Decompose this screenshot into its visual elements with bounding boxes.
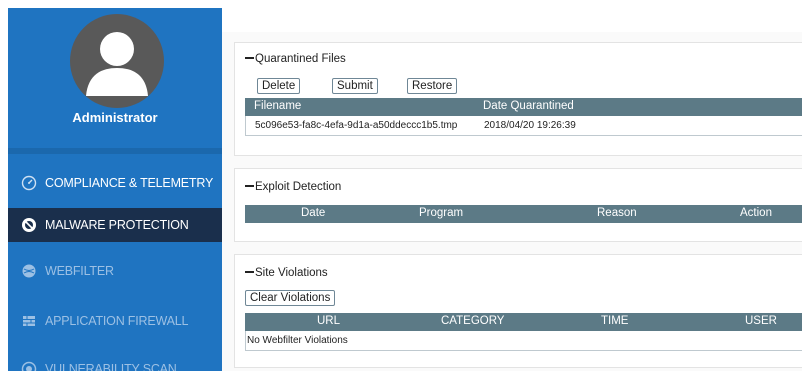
sidebar-divider <box>8 148 222 154</box>
sidebar-item-label: MALWARE PROTECTION <box>45 218 189 232</box>
exploit-detection-panel: Exploit Detection Date Program Reason Ac… <box>234 168 802 242</box>
main-content: Quarantined Files Delete Submit Restore … <box>222 0 802 371</box>
column-category[interactable]: CATEGORY <box>441 315 504 327</box>
sidebar-item-application-firewall[interactable]: APPLICATION FIREWALL <box>8 304 222 338</box>
exploit-table-header: Date Program Reason Action <box>245 205 802 223</box>
table-row[interactable]: 5c096e53-fa8c-4efa-9d1a-a50ddeccc1b5.tmp… <box>245 116 802 136</box>
user-avatar-icon <box>70 14 164 108</box>
quarantine-table-header: Filename Date Quarantined <box>245 98 802 116</box>
empty-state-text: No Webfilter Violations <box>247 335 348 346</box>
scan-icon <box>20 360 38 371</box>
column-filename[interactable]: Filename <box>254 100 301 112</box>
column-reason[interactable]: Reason <box>597 207 637 219</box>
sidebar-item-label: WEBFILTER <box>45 264 114 278</box>
user-name: Administrator <box>72 110 158 125</box>
column-date[interactable]: Date <box>301 207 325 219</box>
submit-button[interactable]: Submit <box>332 78 378 94</box>
column-action[interactable]: Action <box>740 207 772 219</box>
site-violations-title: Site Violations <box>245 267 328 279</box>
sidebar: Administrator COMPLIANCE & TELEMETRY MAL… <box>0 0 222 371</box>
exploit-detection-title: Exploit Detection <box>245 181 341 193</box>
delete-button[interactable]: Delete <box>257 78 301 94</box>
sidebar-panel: Administrator COMPLIANCE & TELEMETRY MAL… <box>8 8 222 371</box>
clear-violations-button[interactable]: Clear Violations <box>245 290 336 306</box>
quarantined-files-title: Quarantined Files <box>245 53 346 65</box>
column-time[interactable]: TIME <box>601 315 628 327</box>
collapse-dash-icon[interactable] <box>245 270 254 273</box>
quarantine-filename: 5c096e53-fa8c-4efa-9d1a-a50ddeccc1b5.tmp <box>255 120 458 131</box>
empty-state-row: No Webfilter Violations <box>245 331 802 351</box>
sidebar-item-label: VULNERABILITY SCAN <box>45 362 177 371</box>
globe-filter-icon <box>20 262 38 280</box>
collapse-dash-icon[interactable] <box>245 184 254 187</box>
sidebar-item-label: COMPLIANCE & TELEMETRY <box>45 176 214 190</box>
sidebar-item-webfilter[interactable]: WEBFILTER <box>8 254 222 288</box>
restore-button[interactable]: Restore <box>407 78 458 94</box>
quarantined-files-panel: Quarantined Files Delete Submit Restore … <box>234 42 802 156</box>
column-user[interactable]: USER <box>745 315 777 327</box>
column-url[interactable]: URL <box>317 315 340 327</box>
sidebar-item-compliance-telemetry[interactable]: COMPLIANCE & TELEMETRY <box>8 166 222 200</box>
firewall-icon <box>20 312 38 330</box>
violations-table-header: URL CATEGORY TIME USER <box>245 313 802 331</box>
gauge-icon <box>20 174 38 192</box>
user-profile: Administrator <box>8 8 222 148</box>
sidebar-item-malware-protection[interactable]: MALWARE PROTECTION <box>8 208 222 242</box>
site-violations-panel: Site Violations Clear Violations URL CAT… <box>234 254 802 368</box>
column-date-quarantined[interactable]: Date Quarantined <box>483 100 574 112</box>
malware-shield-icon <box>20 216 38 234</box>
collapse-dash-icon[interactable] <box>245 56 254 59</box>
sidebar-item-label: APPLICATION FIREWALL <box>45 314 189 328</box>
sidebar-item-vulnerability-scan[interactable]: VULNERABILITY SCAN <box>8 352 222 371</box>
quarantine-date: 2018/04/20 19:26:39 <box>484 120 576 131</box>
top-bar <box>222 0 802 32</box>
column-program[interactable]: Program <box>419 207 463 219</box>
